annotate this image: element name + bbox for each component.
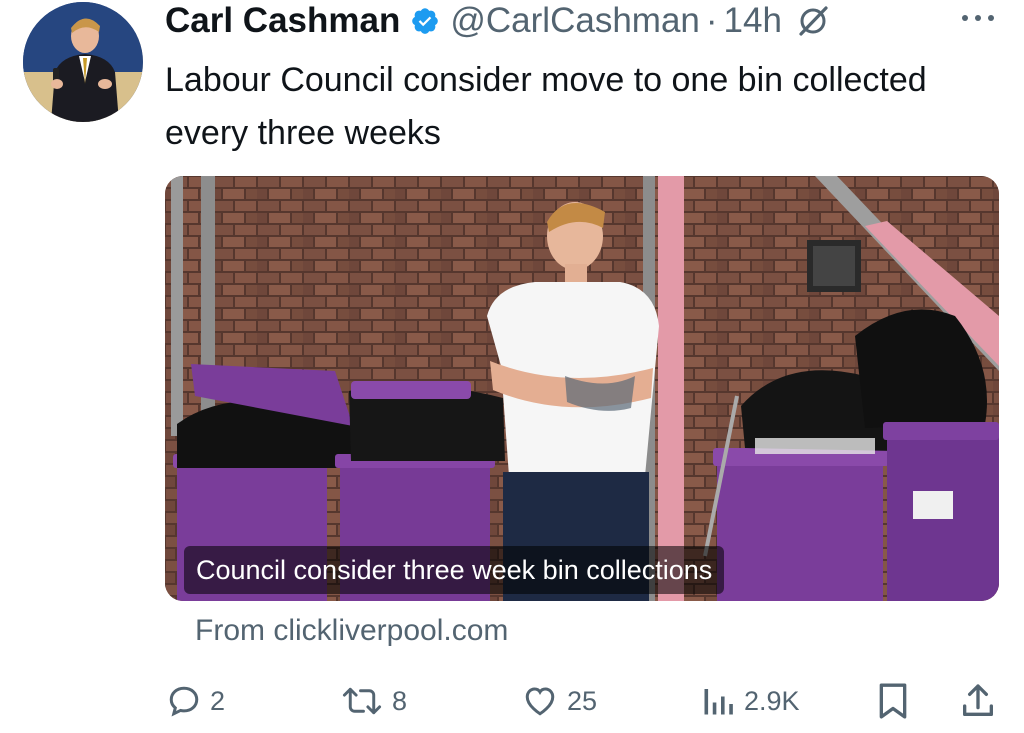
author-handle[interactable]: @CarlCashman [450,1,700,41]
tweet-text: Labour Council consider move to one bin … [165,61,927,152]
bookmark-icon [876,681,910,721]
media-caption: Council consider three week bin collecti… [184,546,725,594]
like-count: 25 [567,685,598,716]
separator-dot: · [705,1,718,40]
views-icon [700,683,736,719]
views-count: 2.9K [744,685,800,716]
repost-button[interactable]: 8 [340,676,407,726]
views-button[interactable]: 2.9K [700,676,800,726]
author-name[interactable]: Carl Cashman [165,1,400,41]
avatar[interactable] [23,2,143,122]
timestamp[interactable]: 14h [724,1,782,41]
like-button[interactable]: 25 [521,676,597,726]
share-icon [958,681,998,721]
action-bar: 2 8 25 2.9K [0,676,1024,726]
bookmark-button[interactable] [876,676,910,726]
link-card-image[interactable] [165,176,999,601]
link-source[interactable]: From clickliverpool.com [195,614,508,648]
repost-icon [340,683,384,719]
verified-badge-icon[interactable] [410,6,440,36]
reply-button[interactable]: 2 [166,676,225,726]
share-button[interactable] [958,676,998,726]
repost-count: 8 [392,685,408,716]
reply-count: 2 [210,685,226,716]
like-icon [521,683,559,719]
grok-icon[interactable] [796,4,830,38]
tweet-header: Carl Cashman @CarlCashman · 14h [165,0,830,42]
more-icon[interactable] [958,8,998,28]
reply-icon [166,683,202,719]
